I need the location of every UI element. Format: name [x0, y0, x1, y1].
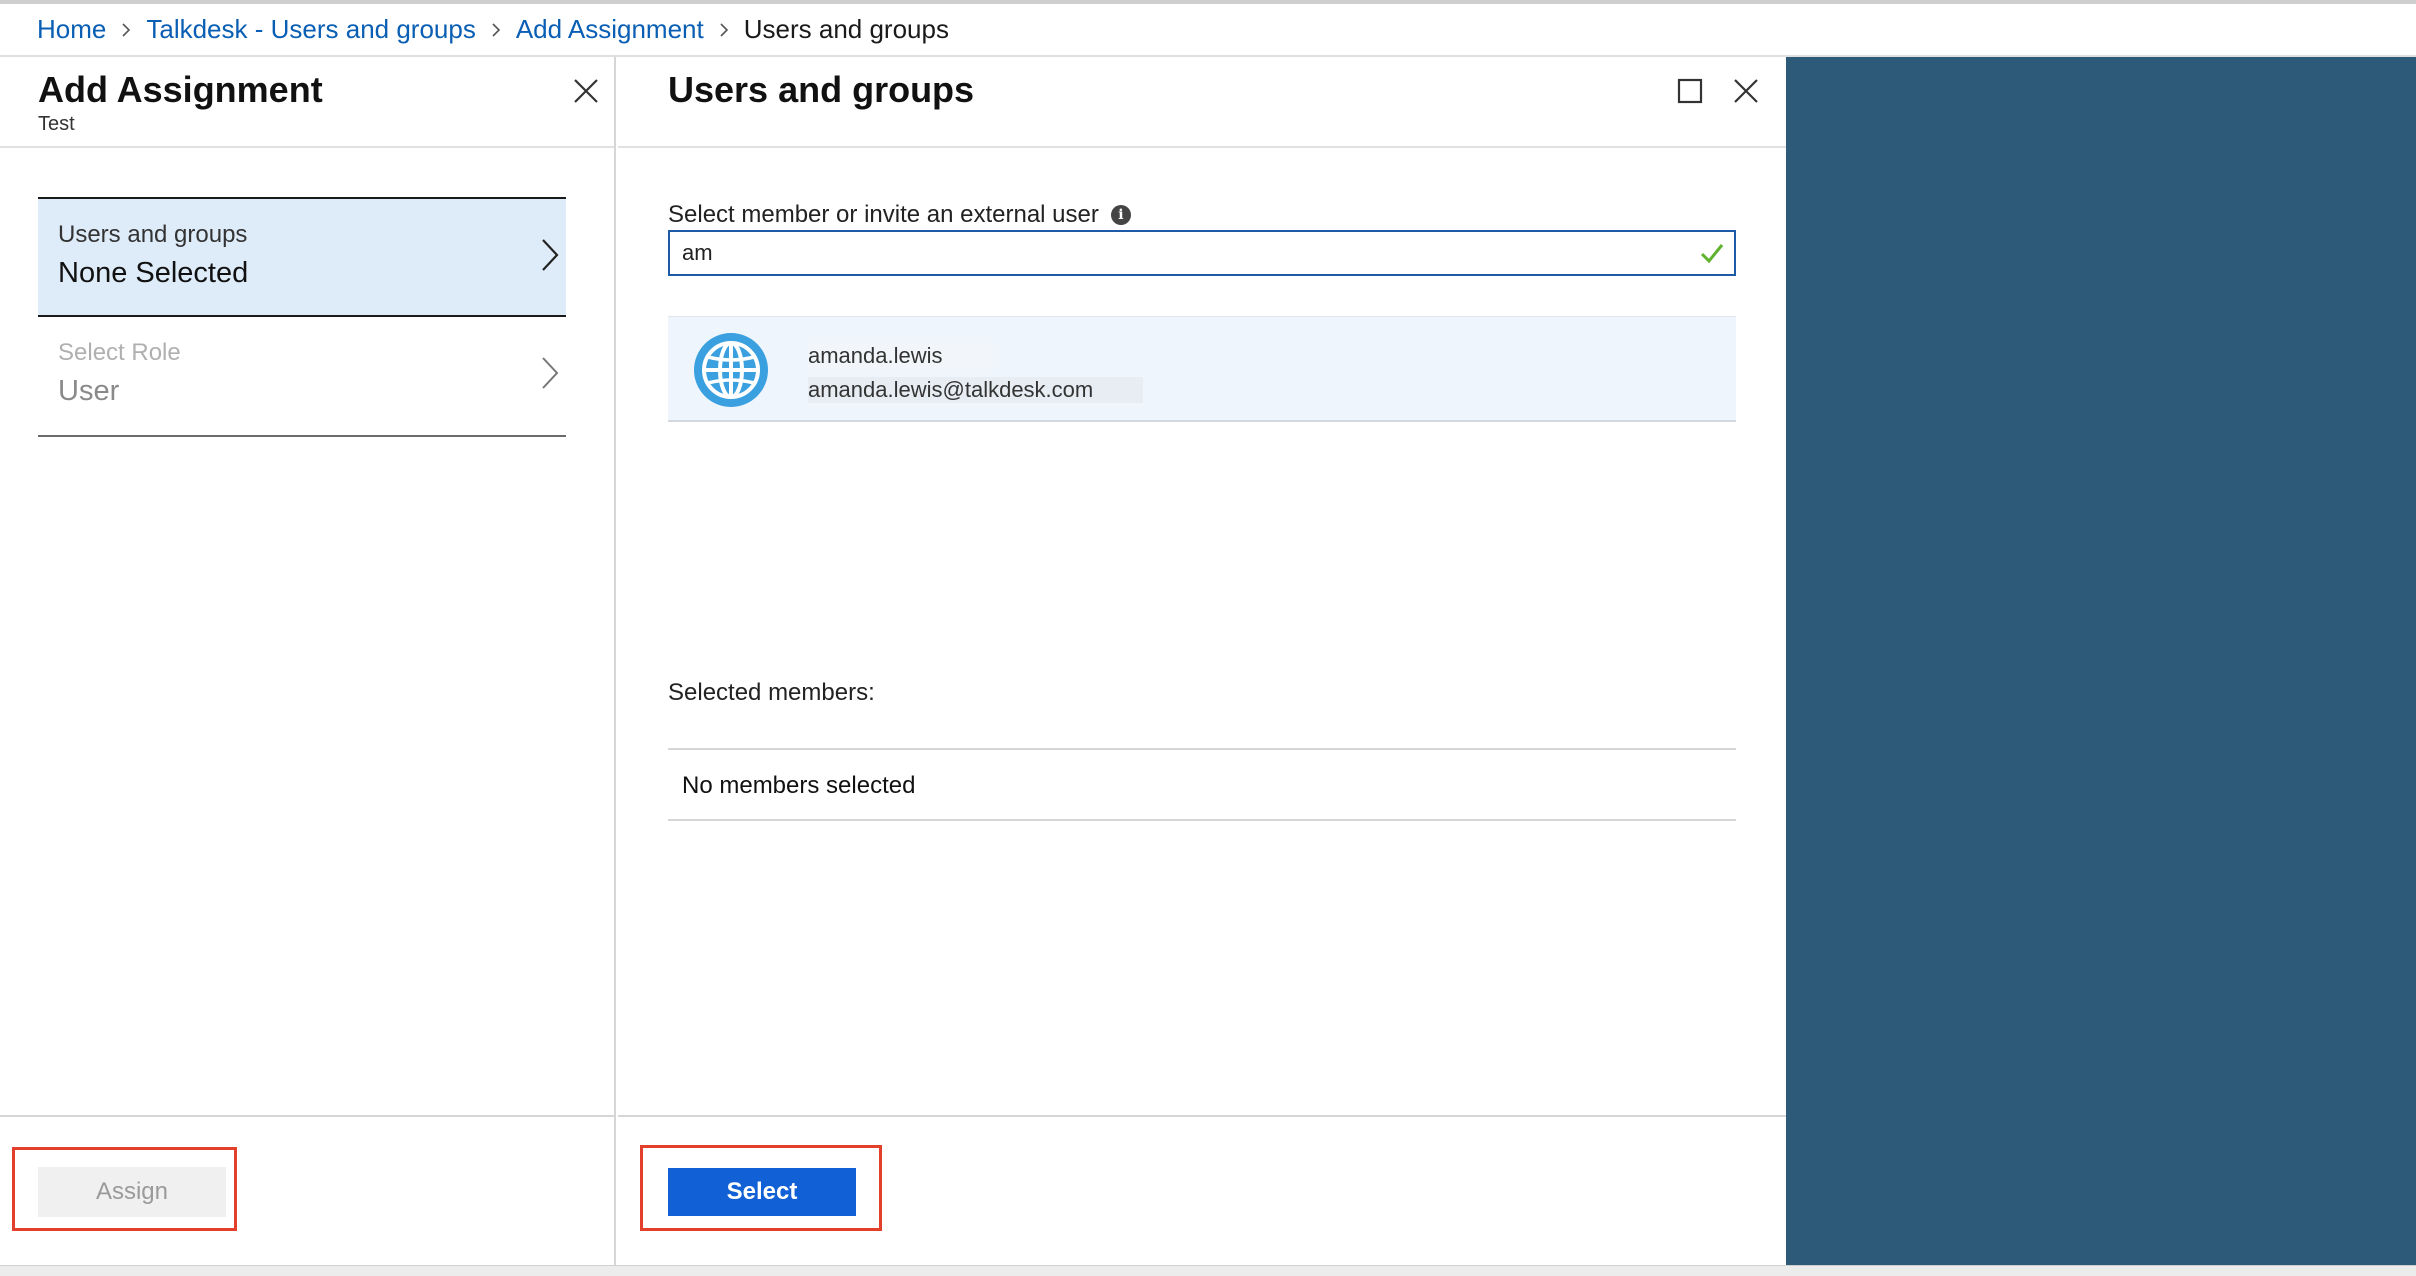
users-groups-selector[interactable]: Users and groups None Selected — [38, 197, 566, 317]
selector-value: User — [58, 375, 120, 407]
chevron-right-icon — [542, 239, 559, 271]
close-icon[interactable] — [1726, 71, 1766, 111]
chevron-right-icon — [106, 3, 146, 56]
selector-label: Select Role — [58, 339, 181, 366]
background-panel — [1786, 57, 2416, 1265]
breadcrumb: Home Talkdesk - Users and groups Add Ass… — [0, 4, 2416, 57]
selected-members-label: Selected members: — [668, 679, 875, 706]
add-assignment-blade: Add Assignment Test Users and groups Non… — [0, 57, 616, 1265]
result-name: amanda.lewis — [808, 343, 993, 369]
footer-divider — [618, 1115, 1786, 1117]
select-button[interactable]: Select — [668, 1168, 856, 1216]
search-input[interactable] — [670, 232, 1690, 274]
member-search — [668, 230, 1736, 276]
checkmark-icon — [1700, 244, 1724, 264]
blade-subtitle: Test — [38, 113, 75, 135]
search-result-item[interactable]: amanda.lewis amanda.lewis@talkdesk.com — [668, 316, 1736, 422]
maximize-icon[interactable] — [1670, 71, 1710, 111]
select-role-selector[interactable]: Select Role User — [38, 317, 566, 437]
header-divider — [618, 146, 1786, 148]
breadcrumb-current: Users and groups — [743, 14, 949, 44]
users-groups-blade: Users and groups Select member or invite… — [618, 57, 1786, 1265]
blade-title: Add Assignment — [38, 69, 323, 110]
header-divider — [0, 146, 614, 148]
no-members-text: No members selected — [682, 772, 916, 799]
selector-label: Users and groups — [58, 221, 248, 248]
chevron-right-icon — [476, 3, 516, 56]
bottom-edge — [0, 1265, 2416, 1276]
breadcrumb-add-assignment[interactable]: Add Assignment — [516, 14, 704, 45]
selector-value: None Selected — [58, 257, 249, 289]
search-label: Select member or invite an external user… — [668, 201, 1131, 229]
close-icon[interactable] — [566, 71, 606, 111]
chevron-right-icon — [704, 3, 744, 56]
search-label-text: Select member or invite an external user — [668, 201, 1099, 228]
result-email: amanda.lewis@talkdesk.com — [808, 377, 1144, 403]
breadcrumb-home[interactable]: Home — [37, 14, 106, 45]
info-icon[interactable]: i — [1110, 205, 1131, 225]
breadcrumb-talkdesk-users-groups[interactable]: Talkdesk - Users and groups — [146, 14, 475, 45]
blade-title: Users and groups — [668, 69, 975, 110]
globe-icon — [694, 333, 768, 407]
footer-divider — [0, 1115, 614, 1117]
selected-members-list: No members selected — [668, 748, 1736, 821]
assign-button[interactable]: Assign — [38, 1167, 226, 1217]
chevron-right-icon — [542, 357, 559, 389]
